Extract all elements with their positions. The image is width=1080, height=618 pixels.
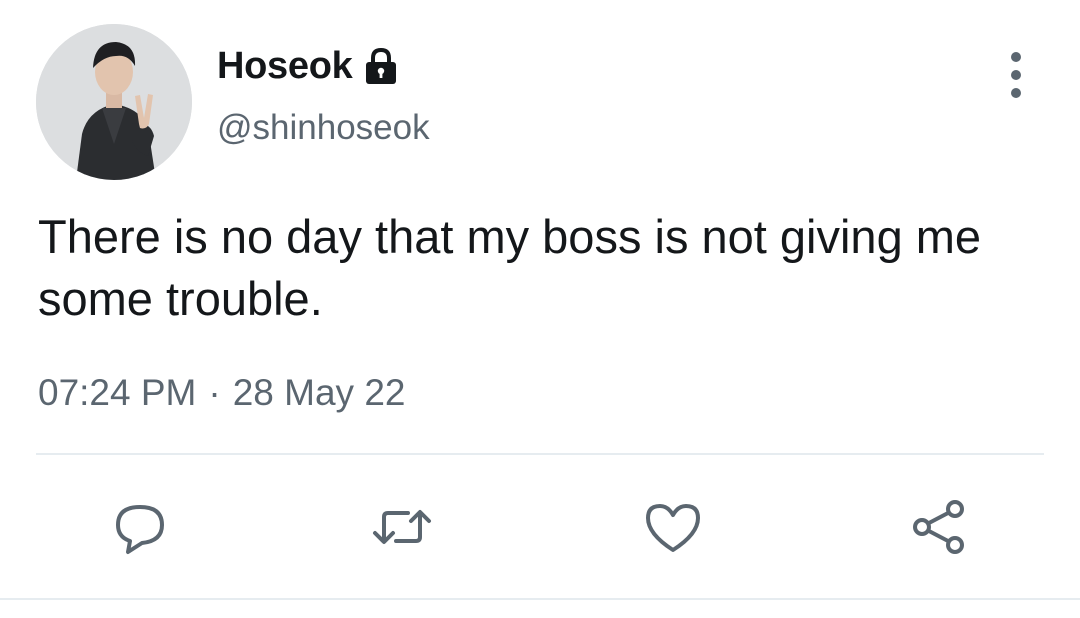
tweet-card: Hoseok @shinhoseok There is no day that … xyxy=(0,0,1080,618)
tweet-text: There is no day that my boss is not givi… xyxy=(38,210,982,325)
user-handle[interactable]: @shinhoseok xyxy=(217,108,430,148)
share-button[interactable] xyxy=(907,495,971,559)
retweet-icon xyxy=(373,510,431,544)
author-row: Hoseok xyxy=(217,40,400,92)
more-dot xyxy=(1011,88,1021,98)
share-icon xyxy=(913,500,964,554)
heart-icon xyxy=(646,504,700,552)
more-options-icon[interactable] xyxy=(996,52,1036,98)
more-dot xyxy=(1011,52,1021,62)
tweet-date: 28 May 22 xyxy=(232,372,406,413)
meta-separator: · xyxy=(208,372,221,413)
bottom-divider xyxy=(0,598,1080,600)
tweet-timestamp[interactable]: 07:24 PM · 28 May 22 xyxy=(38,372,405,414)
reply-icon xyxy=(116,505,164,554)
retweet-button[interactable] xyxy=(370,495,434,559)
tweet-time: 07:24 PM xyxy=(38,372,197,413)
display-name[interactable]: Hoseok xyxy=(217,45,353,88)
more-dot xyxy=(1011,70,1021,80)
reply-button[interactable] xyxy=(108,495,172,559)
lock-icon xyxy=(362,46,400,86)
avatar[interactable] xyxy=(36,24,192,180)
divider xyxy=(36,453,1044,455)
avatar-image xyxy=(36,24,192,180)
like-button[interactable] xyxy=(641,495,705,559)
